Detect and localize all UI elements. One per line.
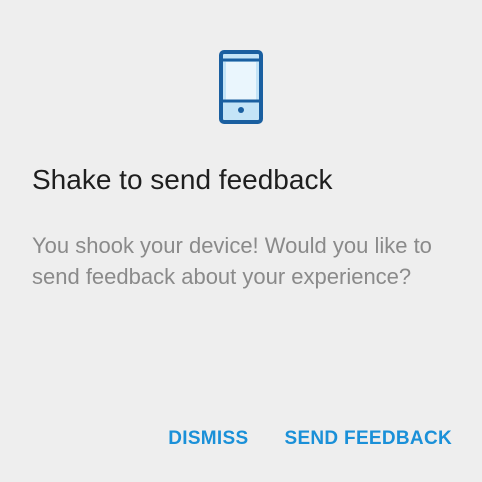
dialog-message: You shook your device! Would you like to… — [32, 233, 432, 289]
send-feedback-button[interactable]: SEND FEEDBACK — [284, 426, 452, 452]
dismiss-button[interactable]: DISMISS — [168, 426, 248, 452]
phone-icon — [219, 50, 263, 124]
feedback-dialog: Shake to send feedback You shook your de… — [0, 0, 482, 482]
dialog-actions: DISMISS SEND FEEDBACK — [168, 426, 452, 452]
dialog-title: Shake to send feedback — [32, 164, 333, 195]
